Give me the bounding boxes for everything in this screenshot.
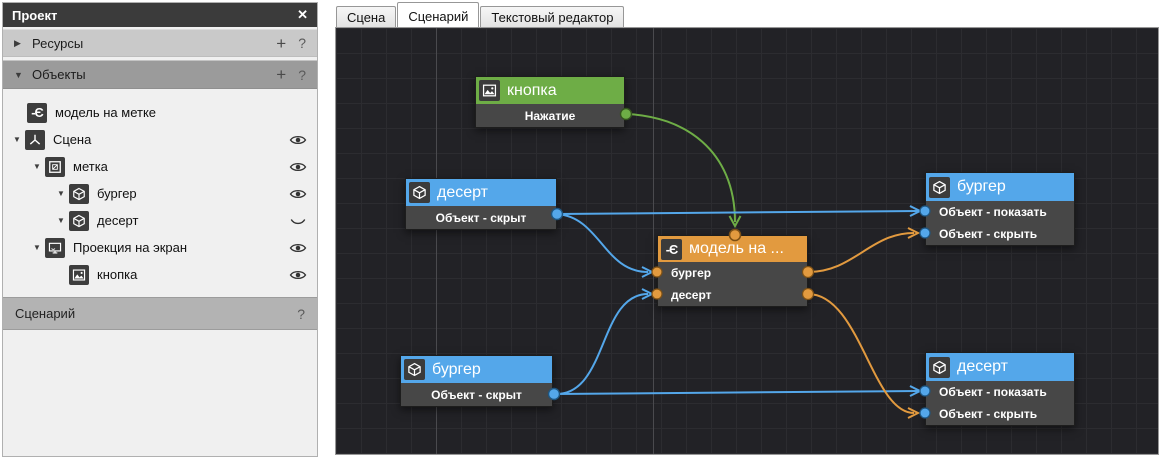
chevron-right-icon: ▶ <box>14 38 32 49</box>
cube-icon <box>404 359 425 380</box>
node-burger-state[interactable]: бургер Объект - скрыт <box>400 355 553 407</box>
node-action-row[interactable]: Объект - показать <box>926 201 1074 223</box>
node-action-row[interactable]: Объект - показать <box>926 381 1074 403</box>
node-title: кнопка <box>507 82 557 100</box>
node-dessert-state[interactable]: десерт Объект - скрыт <box>405 178 557 230</box>
section-scenario[interactable]: Сценарий ? <box>3 297 317 330</box>
canvas-axis-line <box>653 28 654 454</box>
node-title: бургер <box>432 361 481 379</box>
tree-item-dessert[interactable]: ▼ десерт <box>3 207 317 234</box>
logic-object-icon: -Є <box>27 103 47 123</box>
visibility-eye-icon[interactable] <box>289 133 307 147</box>
scene-icon <box>25 130 45 150</box>
tree-item-marker[interactable]: ▼ метка <box>3 153 317 180</box>
image-icon <box>479 80 500 101</box>
cube-icon <box>69 211 89 231</box>
visibility-eye-icon[interactable] <box>289 241 307 255</box>
tab-bar: Сцена Сценарий Текстовый редактор <box>336 1 624 27</box>
node-burger-actions-header[interactable]: бургер <box>926 173 1074 201</box>
tree-item-scene[interactable]: ▼ Сцена <box>3 126 317 153</box>
node-event-row[interactable]: Объект - скрыт <box>401 383 552 406</box>
scenario-canvas[interactable]: кнопка Нажатие десерт Объект - скрыт бур… <box>335 27 1159 455</box>
tree-item-button[interactable]: кнопка <box>3 261 317 288</box>
node-title: модель на ... <box>689 240 784 258</box>
visibility-eye-closed-icon[interactable] <box>289 214 307 228</box>
help-scenario-button[interactable]: ? <box>297 306 305 322</box>
section-objects-label: Объекты <box>32 67 86 82</box>
tree-item-model-on-marker[interactable]: -Є модель на метке <box>3 99 317 126</box>
node-burger-header[interactable]: бургер <box>401 356 552 383</box>
marker-icon <box>45 157 65 177</box>
logic-object-icon: -Є <box>661 239 682 260</box>
section-objects[interactable]: ▼ Объекты + ? <box>3 60 317 89</box>
application-window: Проект ✕ ▶ Ресурсы + ? ▼ Объекты + ? -Є … <box>0 0 1161 459</box>
cube-icon <box>69 184 89 204</box>
node-dessert-actions-header[interactable]: десерт <box>926 353 1074 381</box>
node-title: десерт <box>437 184 488 202</box>
visibility-eye-icon[interactable] <box>289 160 307 174</box>
node-input-row[interactable]: десерт <box>658 284 807 306</box>
close-icon[interactable]: ✕ <box>297 7 308 23</box>
node-title: бургер <box>957 178 1006 196</box>
tree-item-label: кнопка <box>97 267 137 282</box>
cube-icon <box>929 177 950 198</box>
image-icon <box>69 265 89 285</box>
node-dessert-actions[interactable]: десерт Объект - показать Объект - скрыть <box>925 352 1075 426</box>
node-title: десерт <box>957 358 1008 376</box>
node-input-row[interactable]: бургер <box>658 262 807 284</box>
help-resource-button[interactable]: ? <box>298 35 306 51</box>
tree-item-burger[interactable]: ▼ бургер <box>3 180 317 207</box>
node-dessert-header[interactable]: десерт <box>406 179 556 206</box>
help-object-button[interactable]: ? <box>298 67 306 83</box>
node-button-header[interactable]: кнопка <box>476 77 624 104</box>
tree-item-label: десерт <box>97 213 138 228</box>
add-resource-button[interactable]: + <box>276 35 286 52</box>
cube-icon <box>929 357 950 378</box>
node-event-row[interactable]: Объект - скрыт <box>406 206 556 229</box>
project-panel: Проект ✕ ▶ Ресурсы + ? ▼ Объекты + ? -Є … <box>2 2 318 457</box>
chevron-down-icon: ▼ <box>14 70 32 80</box>
object-tree: -Є модель на метке ▼ Сцена ▼ метка <box>3 89 317 288</box>
chevron-down-icon[interactable]: ▼ <box>53 216 69 225</box>
visibility-eye-icon[interactable] <box>289 268 307 282</box>
node-button[interactable]: кнопка Нажатие <box>475 76 625 128</box>
tree-item-label: метка <box>73 159 108 174</box>
node-model-header[interactable]: -Є модель на ... <box>658 236 807 262</box>
node-action-row[interactable]: Объект - скрыть <box>926 223 1074 245</box>
tree-item-label: модель на метке <box>55 105 156 120</box>
chevron-down-icon[interactable]: ▼ <box>53 189 69 198</box>
node-action-row[interactable]: Объект - скрыть <box>926 403 1074 425</box>
tree-item-label: Сцена <box>53 132 91 147</box>
chevron-down-icon[interactable]: ▼ <box>29 162 45 171</box>
node-burger-actions[interactable]: бургер Объект - показать Объект - скрыть <box>925 172 1075 246</box>
screen-icon <box>45 238 65 258</box>
section-resources[interactable]: ▶ Ресурсы + ? <box>3 29 317 57</box>
project-panel-title: Проект <box>12 8 57 23</box>
section-scenario-label: Сценарий <box>15 306 75 321</box>
project-panel-header: Проект ✕ <box>3 3 317 27</box>
visibility-eye-icon[interactable] <box>289 187 307 201</box>
node-event-row[interactable]: Нажатие <box>476 104 624 127</box>
tab-scene[interactable]: Сцена <box>336 6 396 27</box>
add-object-button[interactable]: + <box>276 66 286 83</box>
tab-text-editor[interactable]: Текстовый редактор <box>480 6 624 27</box>
tree-item-screen-projection[interactable]: ▼ Проекция на экран <box>3 234 317 261</box>
tab-scenario[interactable]: Сценарий <box>397 2 479 27</box>
chevron-down-icon[interactable]: ▼ <box>29 243 45 252</box>
cube-icon <box>409 182 430 203</box>
section-resources-label: Ресурсы <box>32 36 83 51</box>
node-model-on-marker[interactable]: -Є модель на ... бургер десерт <box>657 235 808 307</box>
tree-item-label: бургер <box>97 186 137 201</box>
tree-item-label: Проекция на экран <box>73 240 187 255</box>
chevron-down-icon[interactable]: ▼ <box>9 135 25 144</box>
